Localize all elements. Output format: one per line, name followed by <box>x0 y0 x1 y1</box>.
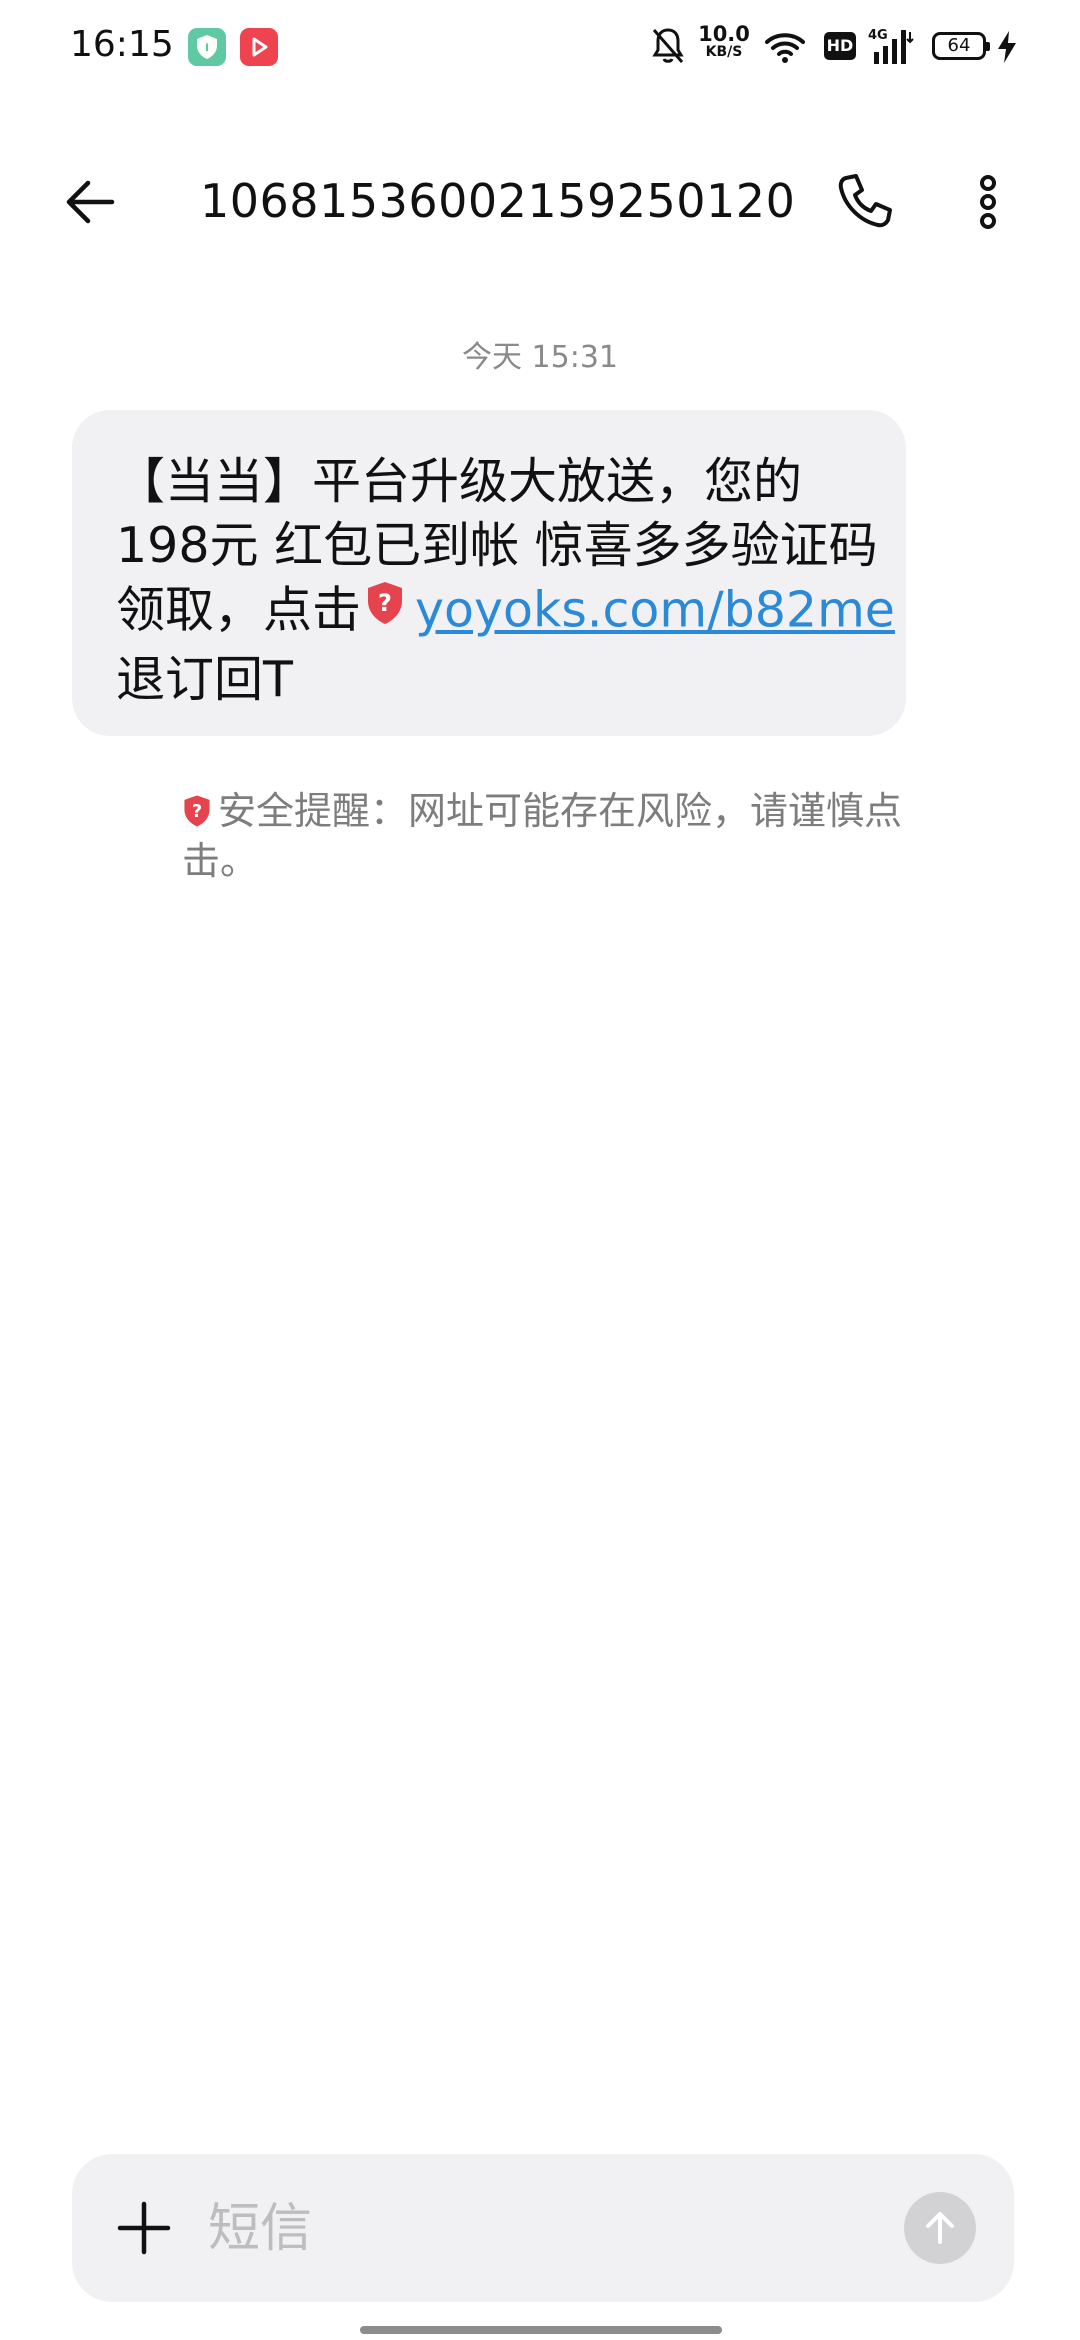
sms-conversation-screen: 16:15 10.0 KB/S HD 4G 64 106815360021592… <box>0 0 1080 2340</box>
status-bar: 16:15 10.0 KB/S HD 4G 64 <box>0 0 1080 96</box>
message-text: 【当当】平台升级大放送，您的 198元 红包已到帐 惊喜多多验证码 领取，点击?… <box>116 450 895 712</box>
mute-bell-icon <box>650 26 686 70</box>
message-input[interactable] <box>206 2190 850 2268</box>
more-vertical-icon <box>980 175 996 229</box>
conversation-header: 10681536002159250120 <box>0 140 1080 260</box>
message-line-prefix: 领取，点击 <box>116 581 362 639</box>
video-app-icon <box>240 28 278 66</box>
more-options-button[interactable] <box>960 170 1016 234</box>
back-arrow-icon <box>66 180 115 224</box>
hd-voice-icon: HD <box>824 32 856 60</box>
plus-icon <box>117 2201 171 2255</box>
message-line: 【当当】平台升级大放送，您的 <box>116 453 803 510</box>
security-warning-text: 安全提醒：网址可能存在风险，请谨慎点击。 <box>182 789 903 883</box>
message-line: 退订回T <box>116 651 293 708</box>
message-link[interactable]: yoyoks.com/b82me <box>415 582 895 639</box>
status-time: 16:15 <box>70 24 174 65</box>
svg-text:?: ? <box>378 589 392 617</box>
message-line-with-link: 领取，点击? yoyoks.com/b82me <box>116 578 895 648</box>
contact-title: 10681536002159250120 <box>200 174 796 228</box>
arrow-up-icon <box>926 2212 954 2244</box>
message-bubble[interactable]: 【当当】平台升级大放送，您的 198元 红包已到帐 惊喜多多验证码 领取，点击?… <box>72 410 906 736</box>
svg-text:4G: 4G <box>868 28 888 43</box>
network-speed-value: 10.0 <box>698 22 750 46</box>
message-timestamp: 今天 15:31 <box>462 340 618 375</box>
security-warning: ? 安全提醒：网址可能存在风险，请谨慎点击。 <box>182 788 902 884</box>
shield-app-icon <box>188 28 226 66</box>
charging-bolt-icon <box>996 30 1018 68</box>
wifi-icon <box>764 30 806 68</box>
add-attachment-button[interactable] <box>116 2200 172 2256</box>
home-indicator[interactable] <box>360 2326 722 2334</box>
phone-icon <box>838 174 892 228</box>
back-button[interactable] <box>60 170 124 234</box>
battery-level: 64 <box>932 32 990 60</box>
send-button[interactable] <box>904 2192 976 2264</box>
message-line: 198元 红包已到帐 惊喜多多验证码 <box>116 517 878 574</box>
network-speed: 10.0 KB/S <box>696 22 752 61</box>
warning-shield-icon: ? <box>182 792 212 838</box>
call-button[interactable] <box>832 170 896 234</box>
warning-shield-icon: ? <box>365 578 405 642</box>
message-composer <box>72 2154 1014 2302</box>
cellular-signal-icon: 4G <box>868 26 916 70</box>
network-speed-unit: KB/S <box>705 44 743 60</box>
svg-text:?: ? <box>192 802 202 822</box>
